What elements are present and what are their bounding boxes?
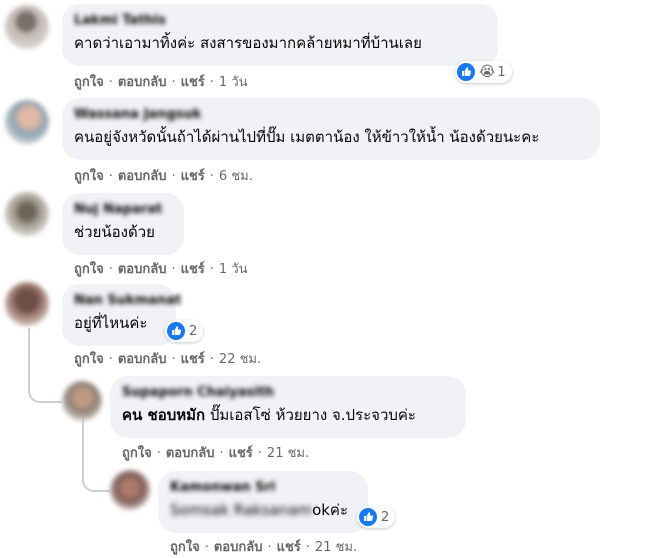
comment-text: อยู่ที่ไหนค่ะ: [74, 314, 148, 332]
thread-line: [28, 328, 62, 403]
comment-author[interactable]: Wassana Jangsuk: [74, 106, 588, 123]
share-link[interactable]: แชร์: [181, 352, 205, 367]
reply-bubble: Kamonwan Sri Somsak Raksanamokค่ะ: [158, 471, 368, 533]
reply-link[interactable]: ตอบกลับ: [166, 446, 215, 461]
reaction-count: 1: [497, 64, 506, 80]
thumbs-up-icon: [457, 63, 475, 81]
reply-link[interactable]: ตอบกลับ: [118, 352, 167, 367]
crying-face-icon: 😭: [479, 64, 496, 80]
share-link[interactable]: แชร์: [181, 169, 205, 184]
comment-actions: ถูกใจ · ตอบกลับ · แชร์ · 6 ชม.: [74, 169, 253, 184]
timestamp[interactable]: 21 ชม.: [267, 446, 309, 461]
reply-link[interactable]: ตอบกลับ: [118, 75, 167, 90]
reply-actions: ถูกใจ · ตอบกลับ · แชร์ · 21 ชม.: [122, 446, 310, 461]
share-link[interactable]: แชร์: [181, 262, 205, 277]
comment-text: คาดว่าเอามาทิ้งค่ะ สงสารของมากคล้ายหมาที…: [74, 34, 422, 52]
reaction-count: 2: [189, 323, 198, 339]
share-link[interactable]: แชร์: [277, 540, 301, 555]
share-link[interactable]: แชร์: [181, 75, 205, 90]
reply-author[interactable]: Kamonwan Sri: [170, 479, 356, 496]
comment-bubble: Nuj Naparat ช่วยน้องด้วย: [62, 193, 184, 255]
reply-text: คน ชอบหมัก ปั๊มเอสโซ่ ห้วยยาง จ.ประจวบค่…: [122, 406, 416, 424]
like-link[interactable]: ถูกใจ: [74, 75, 104, 90]
thumbs-up-icon: [359, 508, 377, 526]
like-link[interactable]: ถูกใจ: [74, 169, 104, 184]
reply-link[interactable]: ตอบกลับ: [214, 540, 263, 555]
reaction-summary[interactable]: 2: [357, 506, 396, 528]
avatar[interactable]: [5, 282, 49, 326]
reply-link[interactable]: ตอบกลับ: [118, 262, 167, 277]
reply-author[interactable]: Supaporn Chaiyasith: [122, 384, 454, 401]
comment-bubble: Wassana Jangsuk คนอยู่จังหวัดนั้นถ้าได้ผ…: [62, 98, 600, 160]
reaction-count: 2: [381, 509, 390, 525]
timestamp[interactable]: 21 ชม.: [315, 540, 357, 555]
reply-bubble: Supaporn Chaiyasith คน ชอบหมัก ปั๊มเอสโซ…: [110, 376, 466, 438]
timestamp[interactable]: 1 วัน: [219, 262, 248, 277]
reply-text: Somsak Raksanamokค่ะ: [170, 501, 349, 519]
timestamp[interactable]: 6 ชม.: [219, 169, 253, 184]
reaction-summary[interactable]: 😭 1: [455, 61, 512, 83]
comment-bubble: Lakmi Tathis คาดว่าเอามาทิ้งค่ะ สงสารของ…: [62, 4, 498, 66]
share-link[interactable]: แชร์: [229, 446, 253, 461]
reply-actions: ถูกใจ · ตอบกลับ · แชร์ · 21 ชม.: [170, 540, 358, 555]
comment-actions: ถูกใจ · ตอบกลับ · แชร์ · 1 วัน: [74, 75, 248, 90]
comment-bubble: Nan Sukmanat อยู่ที่ไหนค่ะ: [62, 284, 181, 346]
avatar[interactable]: [5, 5, 49, 49]
comment-text: คนอยู่จังหวัดนั้นถ้าได้ผ่านไปที่ปั๊ม เมต…: [74, 128, 540, 146]
avatar[interactable]: [62, 381, 102, 421]
mention-link[interactable]: คน ชอบหมัก: [122, 406, 205, 424]
avatar[interactable]: [110, 470, 150, 510]
comment-author[interactable]: Nan Sukmanat: [74, 292, 181, 309]
like-link[interactable]: ถูกใจ: [74, 262, 104, 277]
reply-link[interactable]: ตอบกลับ: [118, 169, 167, 184]
timestamp[interactable]: 1 วัน: [219, 75, 248, 90]
comment-author[interactable]: Lakmi Tathis: [74, 12, 486, 29]
reaction-summary[interactable]: 2: [165, 320, 204, 342]
comment-actions: ถูกใจ · ตอบกลับ · แชร์ · 22 ชม.: [74, 352, 262, 367]
timestamp[interactable]: 22 ชม.: [219, 352, 261, 367]
avatar[interactable]: [5, 100, 49, 144]
mention-link[interactable]: Somsak Raksanam: [170, 501, 312, 519]
comment-text: ช่วยน้องด้วย: [74, 223, 155, 241]
comment-author[interactable]: Nuj Naparat: [74, 201, 172, 218]
thread-line: [82, 418, 110, 492]
comment-actions: ถูกใจ · ตอบกลับ · แชร์ · 1 วัน: [74, 262, 248, 277]
like-link[interactable]: ถูกใจ: [170, 540, 200, 555]
like-link[interactable]: ถูกใจ: [74, 352, 104, 367]
thumbs-up-icon: [167, 322, 185, 340]
like-link[interactable]: ถูกใจ: [122, 446, 152, 461]
avatar[interactable]: [5, 192, 49, 236]
